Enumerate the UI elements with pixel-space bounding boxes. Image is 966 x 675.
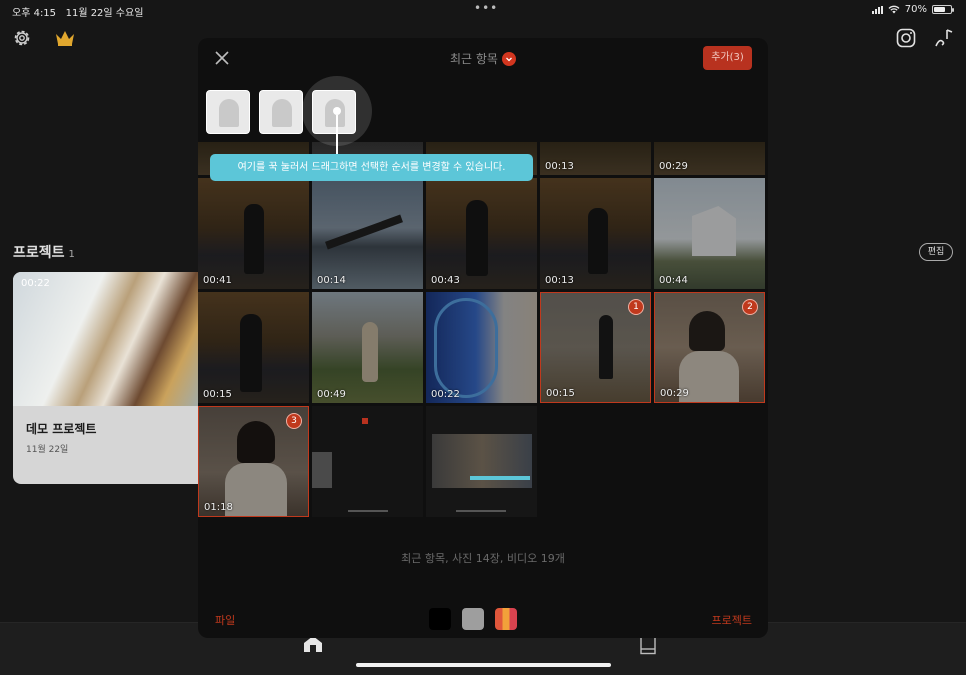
screenshot-content (348, 510, 388, 512)
settings-gear-icon[interactable] (12, 28, 32, 48)
project-date: 11월 22일 (26, 445, 69, 455)
tile-duration: 00:22 (431, 389, 460, 400)
media-tile-selected[interactable]: 2 00:29 (654, 292, 765, 403)
media-tile[interactable]: 00:29 (654, 142, 765, 175)
project-duration: 00:22 (21, 278, 50, 289)
home-indicator[interactable] (356, 663, 611, 667)
battery-percent: 70% (904, 4, 927, 15)
tile-dim-overlay (654, 178, 765, 289)
tile-dim-overlay (426, 292, 537, 403)
screenshot-content (362, 418, 368, 424)
cellular-signal-icon (871, 5, 883, 14)
selected-item-thumb[interactable] (259, 90, 303, 134)
selection-order-badge: 3 (286, 413, 302, 429)
picker-footer: 파일 프로젝트 (198, 600, 768, 638)
project-card[interactable]: 00:22 데모 프로젝트 11월 22일 (13, 272, 213, 484)
background-swatches (429, 608, 517, 630)
screenshot-content (312, 452, 332, 488)
projects-count: 1 (68, 249, 75, 260)
media-tile[interactable]: 00:15 (198, 292, 309, 403)
media-tile[interactable]: 00:13 (540, 178, 651, 289)
tile-duration: 00:29 (660, 388, 689, 399)
thumb-figure (219, 99, 239, 127)
premium-crown-icon[interactable] (54, 29, 76, 47)
colorful-swatch[interactable] (495, 608, 517, 630)
media-tile-selected[interactable]: 1 00:15 (540, 292, 651, 403)
drag-handle-dot[interactable] (333, 107, 341, 115)
tile-duration: 01:18 (204, 502, 233, 513)
media-tile-selected[interactable]: 3 01:18 (198, 406, 309, 517)
project-tab[interactable]: 프로젝트 (712, 612, 752, 628)
projects-heading: 프로젝트 1 (13, 245, 75, 261)
tile-dim-overlay (312, 292, 423, 403)
tile-duration: 00:44 (659, 275, 688, 286)
media-tile[interactable]: 00:14 (312, 178, 423, 289)
media-tile[interactable]: 00:41 (198, 178, 309, 289)
file-tab[interactable]: 파일 (215, 612, 235, 628)
tooltip-pointer-line (336, 115, 338, 154)
wifi-icon (888, 5, 900, 14)
tile-duration: 00:15 (203, 389, 232, 400)
tile-duration: 00:13 (545, 275, 574, 286)
media-tile[interactable]: 00:43 (426, 178, 537, 289)
gray-swatch[interactable] (462, 608, 484, 630)
screenshot-content (456, 510, 506, 512)
tile-dim-overlay (198, 292, 309, 403)
project-thumbnail (13, 272, 213, 406)
battery-icon (932, 5, 954, 14)
tile-duration: 00:43 (431, 275, 460, 286)
album-title: 최근 항목 (450, 52, 498, 66)
album-summary: 최근 항목, 사진 14장, 비디오 19개 (401, 552, 565, 565)
media-tile-screenshot[interactable] (312, 406, 423, 517)
selection-order-badge: 1 (628, 299, 644, 315)
status-bar: 오후 4:15 11월 22일 수요일 ••• 70% (0, 0, 966, 20)
media-tile-screenshot[interactable] (426, 406, 537, 517)
edit-projects-button[interactable]: 편집 (919, 243, 953, 261)
status-time: 오후 4:15 11월 22일 수요일 (12, 8, 144, 19)
tile-dim-overlay (312, 178, 423, 289)
add-button[interactable]: 추가(3) (703, 46, 752, 70)
music-note-icon[interactable] (933, 27, 955, 49)
selection-order-badge: 2 (742, 299, 758, 315)
project-name: 데모 프로젝트 (26, 422, 97, 436)
chevron-down-icon (501, 52, 516, 66)
multitasking-dots[interactable]: ••• (474, 1, 498, 15)
tile-dim-overlay (540, 178, 651, 289)
thumb-figure (272, 99, 292, 127)
black-swatch[interactable] (429, 608, 451, 630)
media-tile[interactable]: 00:13 (540, 142, 651, 175)
screenshot-content (470, 476, 530, 480)
reorder-tooltip: 여기를 꾹 눌러서 드래그하면 선택한 순서를 변경할 수 있습니다. (210, 154, 533, 181)
media-tile[interactable]: 00:49 (312, 292, 423, 403)
tile-dim-overlay (198, 178, 309, 289)
media-tile[interactable]: 00:44 (654, 178, 765, 289)
tile-duration: 00:15 (546, 388, 575, 399)
media-tile[interactable]: 00:22 (426, 292, 537, 403)
instagram-icon[interactable] (896, 28, 916, 48)
tile-duration: 00:29 (659, 161, 688, 172)
tile-duration: 00:14 (317, 275, 346, 286)
library-tab-icon[interactable] (639, 635, 657, 655)
selected-item-thumb[interactable] (206, 90, 250, 134)
tile-duration: 00:41 (203, 275, 232, 286)
album-selector[interactable]: 최근 항목 (198, 50, 768, 67)
tile-duration: 00:13 (545, 161, 574, 172)
tile-dim-overlay (426, 178, 537, 289)
media-picker-modal: 최근 항목 추가(3) 00:13 00:29 00:41 00:14 00:4… (198, 38, 768, 638)
tile-duration: 00:49 (317, 389, 346, 400)
